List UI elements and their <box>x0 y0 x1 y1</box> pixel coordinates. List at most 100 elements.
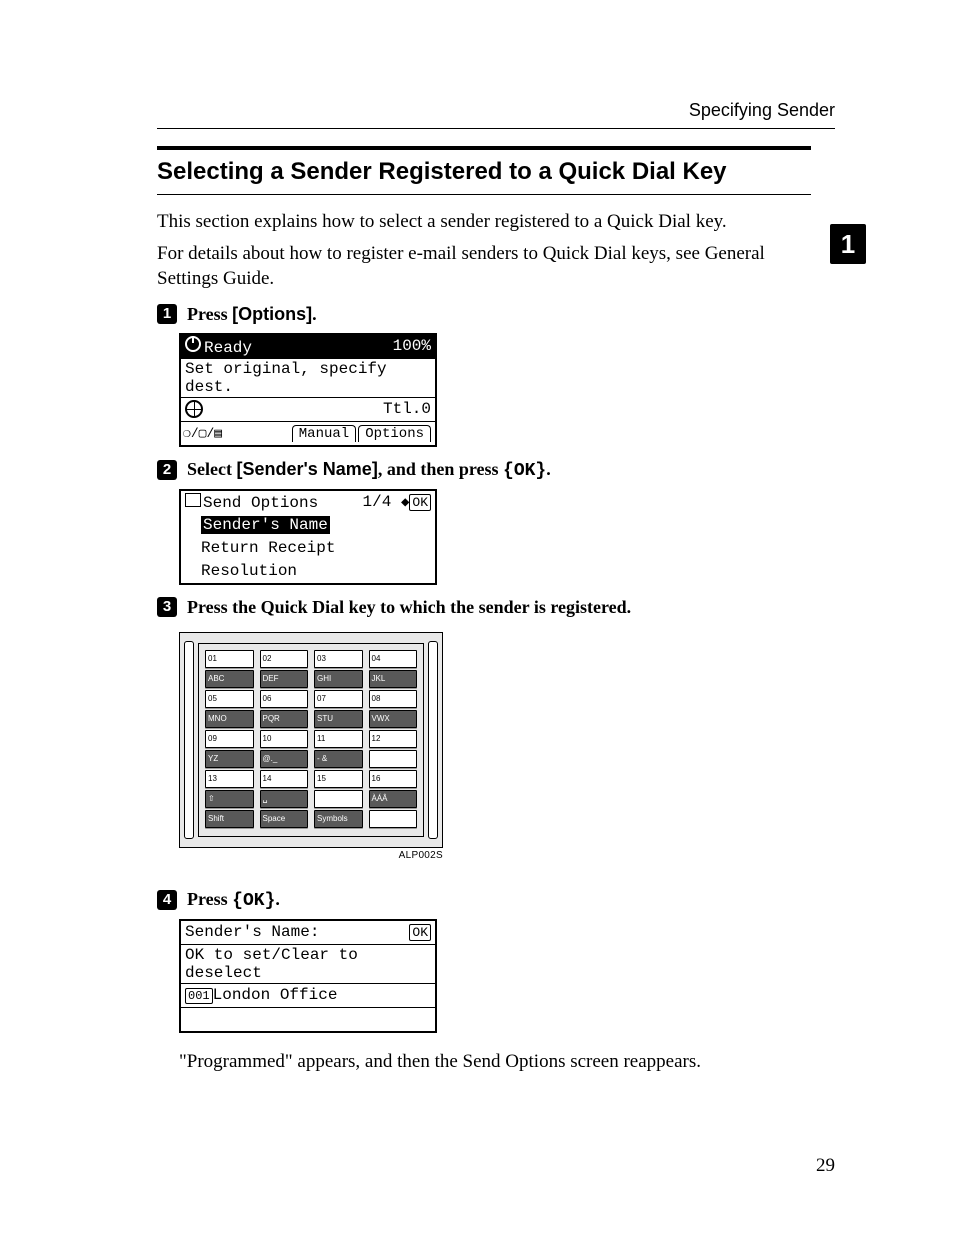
quick-dial-key[interactable]: ÀÁÂ <box>369 790 418 808</box>
lcd4-title: Sender's Name: <box>185 923 319 941</box>
step-1-pre: Press <box>187 304 232 324</box>
figure-id: ALP002S <box>179 850 443 861</box>
quick-dial-key[interactable]: - & <box>314 750 363 768</box>
lcd4-help: OK to set/Clear to deselect <box>185 946 431 982</box>
mode-icons: ❍/▢/▤ <box>183 426 222 441</box>
step-2-key: {OK} <box>503 461 546 481</box>
quick-dial-key[interactable]: ABC <box>205 670 254 688</box>
step-1-post: . <box>312 304 317 324</box>
step-4-key: {OK} <box>232 891 275 911</box>
keypad-row: ABC DEF GHI JKL <box>205 670 417 688</box>
quick-dial-key[interactable]: 14 <box>260 770 309 788</box>
step-4-post: . <box>275 889 280 909</box>
lcd2-title: Send Options <box>203 494 318 512</box>
page-header-section: Specifying Sender <box>689 100 835 121</box>
quick-dial-key[interactable]: DEF <box>260 670 309 688</box>
lcd2-option-2[interactable]: Return Receipt <box>181 537 435 560</box>
lcd2-page: 1/4 <box>363 493 392 511</box>
step-2-pre: Select <box>187 459 236 479</box>
keypad-handle-left <box>184 641 194 839</box>
globe-icon <box>185 400 203 418</box>
tab-options[interactable]: Options <box>358 425 431 442</box>
lcd1-line2: Set original, specify dest. <box>181 358 435 397</box>
keypad-row: MNO PQR STU VWX <box>205 710 417 728</box>
quick-dial-key[interactable]: 11 <box>314 730 363 748</box>
keypad-row: Shift Space Symbols <box>205 810 417 828</box>
lcd4-blank-row <box>181 1007 435 1031</box>
keypad-row: 01 02 03 04 <box>205 650 417 668</box>
lcd2-opt2-text: Return Receipt <box>201 539 335 557</box>
lcd2-option-1[interactable]: Sender's Name <box>181 514 435 537</box>
lcd4-title-row: Sender's Name: OK <box>181 921 435 944</box>
quick-dial-key[interactable]: @._ <box>260 750 309 768</box>
lcd2-option-3[interactable]: Resolution <box>181 560 435 583</box>
quick-dial-key[interactable]: STU <box>314 710 363 728</box>
step-2-button-label: [Sender's Name] <box>236 459 377 479</box>
quick-dial-key[interactable]: Symbols <box>314 810 363 828</box>
quick-dial-key[interactable]: VWX <box>369 710 418 728</box>
step-number-icon: 1 <box>157 304 177 324</box>
quick-dial-key[interactable]: 08 <box>369 690 418 708</box>
quick-dial-key[interactable]: ␣ <box>260 790 309 808</box>
lcd4-value-row[interactable]: 001London Office <box>181 983 435 1007</box>
quick-dial-key[interactable] <box>314 790 363 808</box>
quick-dial-key[interactable]: 07 <box>314 690 363 708</box>
lcd1-line2-text: Set original, specify dest. <box>185 360 431 396</box>
step-4-text: Press {OK}. <box>187 889 280 909</box>
step-number-icon: 2 <box>157 460 177 480</box>
lcd2-title-row: Send Options 1/4 ◆OK <box>181 491 435 514</box>
step-1: 1 Press [Options]. Ready 100% Set origin… <box>157 304 811 447</box>
quick-dial-key[interactable]: 04 <box>369 650 418 668</box>
quick-dial-key[interactable]: JKL <box>369 670 418 688</box>
quick-dial-key[interactable]: YZ <box>205 750 254 768</box>
step-4-pre: Press <box>187 889 232 909</box>
step-number-icon: 3 <box>157 597 177 617</box>
lcd1-title-row: Ready 100% <box>181 335 435 358</box>
step-4: 4 Press {OK}. Sender's Name: OK OK to se… <box>157 889 811 1075</box>
lcd4-help-row: OK to set/Clear to deselect <box>181 944 435 983</box>
lcd1-total: Ttl.0 <box>383 400 431 418</box>
page-number: 29 <box>816 1155 835 1177</box>
quick-dial-key[interactable]: GHI <box>314 670 363 688</box>
step-2-text: Select [Sender's Name], and then press {… <box>187 459 551 479</box>
keypad-row: YZ @._ - & <box>205 750 417 768</box>
quick-dial-key[interactable]: 12 <box>369 730 418 748</box>
quick-dial-key[interactable]: ⇧ <box>205 790 254 808</box>
quick-dial-key[interactable]: 06 <box>260 690 309 708</box>
quick-dial-key[interactable]: 16 <box>369 770 418 788</box>
quick-dial-key[interactable]: MNO <box>205 710 254 728</box>
keypad-row: 05 06 07 08 <box>205 690 417 708</box>
step-3: 3 Press the Quick Dial key to which the … <box>157 597 811 861</box>
quick-dial-key[interactable]: 01 <box>205 650 254 668</box>
quick-dial-key[interactable]: PQR <box>260 710 309 728</box>
lcd-screen-4: Sender's Name: OK OK to set/Clear to des… <box>179 919 437 1033</box>
quick-dial-key[interactable]: 05 <box>205 690 254 708</box>
power-icon <box>185 336 201 352</box>
quick-dial-key[interactable] <box>369 810 418 828</box>
lcd2-selected: Sender's Name <box>201 516 330 534</box>
quick-dial-key[interactable]: 15 <box>314 770 363 788</box>
quick-dial-key[interactable]: 13 <box>205 770 254 788</box>
step-2-mid: , and then press <box>378 459 503 479</box>
lcd2-opt3-text: Resolution <box>201 562 297 580</box>
step-1-text: Press [Options]. <box>187 304 317 324</box>
quick-dial-key[interactable]: 09 <box>205 730 254 748</box>
tab-manual[interactable]: Manual <box>292 425 356 442</box>
lcd-screen-1: Ready 100% Set original, specify dest. T… <box>179 333 437 447</box>
keypad-row: 13 14 15 16 <box>205 770 417 788</box>
chapter-tab: 1 <box>830 224 866 264</box>
lcd4-code: 001 <box>185 988 213 1004</box>
quick-dial-key[interactable]: 10 <box>260 730 309 748</box>
keypad-handle-right <box>428 641 438 839</box>
quick-dial-key[interactable]: Space <box>260 810 309 828</box>
list-icon <box>185 493 201 507</box>
lcd-screen-2: Send Options 1/4 ◆OK Sender's Name Retur… <box>179 489 437 585</box>
quick-dial-key[interactable]: Shift <box>205 810 254 828</box>
quick-dial-key[interactable]: 03 <box>314 650 363 668</box>
quick-dial-key[interactable] <box>369 750 418 768</box>
step-2-post: . <box>546 459 551 479</box>
keypad-row: 09 10 11 12 <box>205 730 417 748</box>
step-2: 2 Select [Sender's Name], and then press… <box>157 459 811 585</box>
lcd4-value: London Office <box>213 986 338 1004</box>
quick-dial-key[interactable]: 02 <box>260 650 309 668</box>
